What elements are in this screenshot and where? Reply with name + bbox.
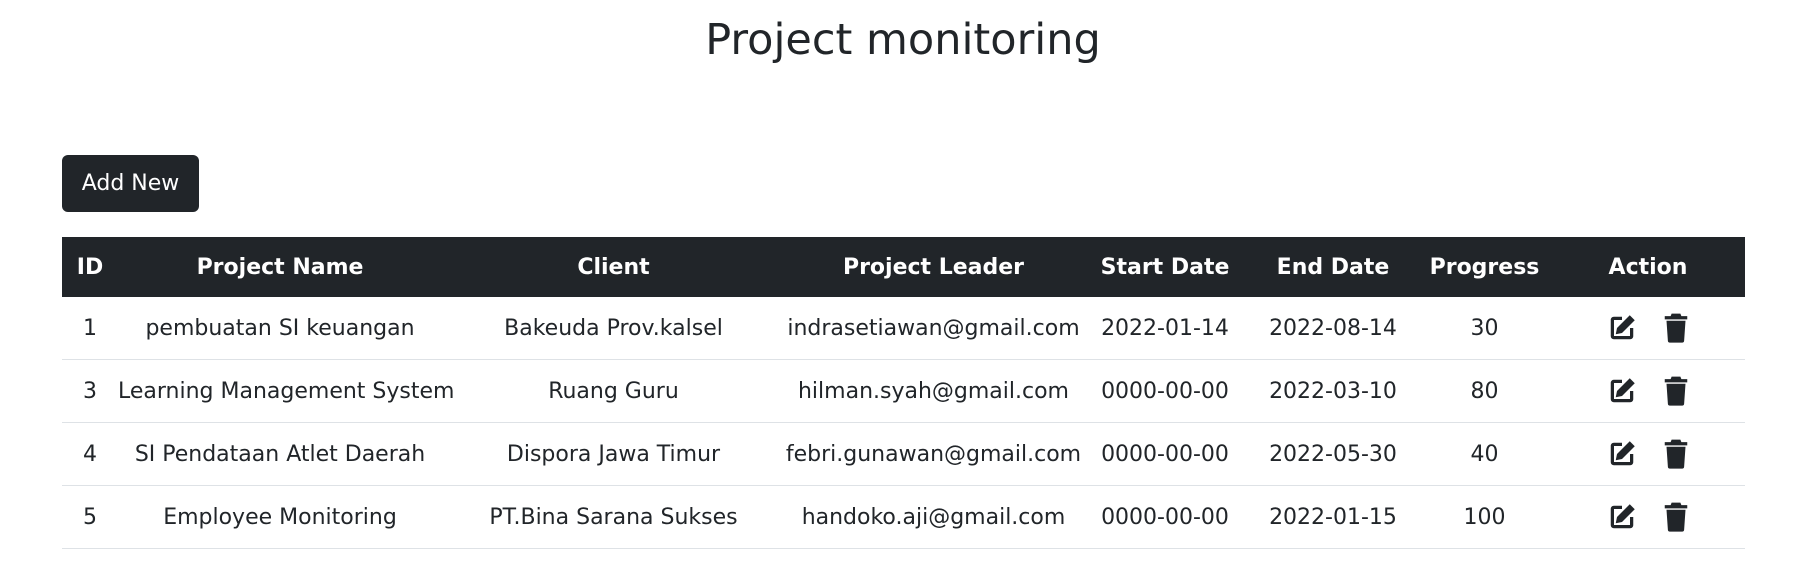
table-row: 1 pembuatan SI keuangan Bakeuda Prov.kalse… — [62, 297, 1745, 360]
cell-progress: 40 — [1470, 441, 1499, 467]
cell-action — [1551, 486, 1745, 549]
table-body: 1 pembuatan SI keuangan Bakeuda Prov.kalse… — [62, 297, 1745, 549]
header-client: Client — [577, 254, 650, 280]
edit-icon[interactable] — [1607, 313, 1637, 343]
cell-client: PT.Bina Sarana Sukses — [489, 504, 738, 530]
action-group — [1551, 486, 1745, 548]
cell-client: Dispora Jawa Timur — [506, 441, 721, 467]
cell-start-date: 0000-00-00 — [1101, 504, 1229, 530]
action-group — [1551, 297, 1745, 359]
cell-project-leader: hilman.syah@gmail.com — [797, 378, 1069, 404]
cell-start-date: 0000-00-00 — [1101, 441, 1229, 467]
cell-project-name: SI Pendataan Atlet Daerah — [134, 441, 426, 467]
trash-icon[interactable] — [1663, 502, 1689, 532]
table-header-row: ID Project Name Client Project Leader St… — [62, 237, 1745, 297]
cell-project-leader: indrasetiawan@gmail.com — [787, 315, 1080, 341]
edit-icon[interactable] — [1607, 439, 1637, 469]
cell-id: 5 — [83, 504, 97, 530]
cell-id: 3 — [83, 378, 97, 404]
action-group — [1551, 423, 1745, 485]
cell-action — [1551, 423, 1745, 486]
cell-action — [1551, 360, 1745, 423]
cell-end-date: 2022-01-15 — [1269, 504, 1397, 530]
cell-project-leader: handoko.aji@gmail.com — [801, 504, 1066, 530]
table-row: 5 Employee Monitoring PT.Bina Sarana Sukse… — [62, 486, 1745, 549]
page: Project monitoring Add New ID Project Na… — [0, 0, 1806, 587]
cell-progress: 30 — [1470, 315, 1499, 341]
header-project-leader: Project Leader — [842, 254, 1025, 280]
page-title: Project monitoring — [705, 15, 1101, 65]
projects-table: ID Project Name Client Project Leader St… — [62, 237, 1745, 549]
cell-start-date: 0000-00-00 — [1101, 378, 1229, 404]
trash-icon[interactable] — [1663, 313, 1689, 343]
cell-end-date: 2022-03-10 — [1269, 378, 1397, 404]
action-group — [1551, 360, 1745, 422]
cell-project-name: pembuatan SI keuangan — [145, 315, 415, 341]
cell-client: Bakeuda Prov.kalsel — [504, 315, 723, 341]
cell-id: 1 — [83, 315, 97, 341]
edit-icon[interactable] — [1607, 376, 1637, 406]
cell-start-date: 2022-01-14 — [1101, 315, 1229, 341]
cell-progress: 100 — [1463, 504, 1506, 530]
cell-project-name: Employee Monitoring — [163, 504, 397, 530]
trash-icon[interactable] — [1663, 376, 1689, 406]
add-new-button[interactable]: Add New — [62, 155, 199, 212]
cell-project-leader: febri.gunawan@gmail.com — [785, 441, 1082, 467]
table-row: 3 Learning Management System Ruang Guru hil… — [62, 360, 1745, 423]
cell-id: 4 — [83, 441, 97, 467]
cell-progress: 80 — [1470, 378, 1499, 404]
cell-project-name: Learning Management System — [118, 378, 455, 404]
header-progress: Progress — [1429, 254, 1540, 280]
cell-client: Ruang Guru — [548, 378, 679, 404]
cell-end-date: 2022-08-14 — [1269, 315, 1397, 341]
cell-end-date: 2022-05-30 — [1269, 441, 1397, 467]
cell-action — [1551, 297, 1745, 360]
header-start-date: Start Date — [1100, 254, 1230, 280]
header-action: Action — [1608, 254, 1688, 280]
header-project-name: Project Name — [196, 254, 364, 280]
header-id: ID — [76, 254, 104, 280]
edit-icon[interactable] — [1607, 502, 1637, 532]
header-end-date: End Date — [1276, 254, 1390, 280]
trash-icon[interactable] — [1663, 439, 1689, 469]
table-row: 4 SI Pendataan Atlet Daerah Dispora Jawa T… — [62, 423, 1745, 486]
